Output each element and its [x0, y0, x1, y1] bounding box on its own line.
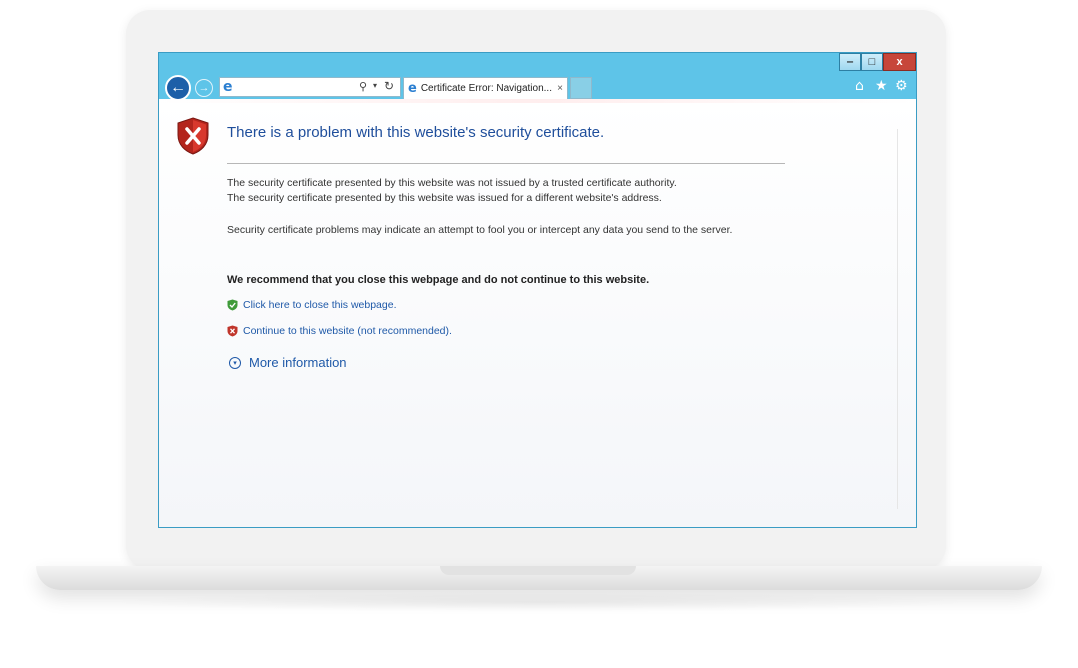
new-tab-button[interactable]: [570, 77, 592, 99]
shield-error-icon: [177, 117, 209, 155]
ie-icon: e: [408, 81, 417, 96]
gear-icon[interactable]: ⚙: [895, 78, 908, 94]
back-button[interactable]: ←: [165, 75, 191, 101]
issue-address-mismatch: The security certificate presented by th…: [227, 192, 662, 204]
search-icon[interactable]: ⚲: [359, 80, 367, 93]
more-information-toggle[interactable]: ▾ More information: [229, 355, 347, 370]
close-tab-icon[interactable]: ×: [557, 83, 563, 94]
close-window-button[interactable]: x: [883, 53, 916, 71]
browser-window: ‒ □ x ← → e ⚲ ▾ ↻ e Certificate Error: N…: [158, 52, 917, 528]
tab-certificate-error[interactable]: e Certificate Error: Navigation... ×: [403, 77, 568, 99]
maximize-button[interactable]: □: [861, 53, 883, 71]
page-title: There is a problem with this website's s…: [227, 124, 605, 141]
continue-row: Continue to this website (not recommende…: [227, 325, 452, 337]
issue-untrusted-authority: The security certificate presented by th…: [227, 177, 677, 189]
minimize-button[interactable]: ‒: [839, 53, 861, 71]
address-bar[interactable]: e ⚲ ▾ ↻: [219, 77, 401, 97]
content-top-highlight: [159, 99, 916, 103]
tab-title: Certificate Error: Navigation...: [420, 83, 552, 94]
forward-button[interactable]: →: [195, 79, 213, 97]
warning-text: Security certificate problems may indica…: [227, 224, 733, 236]
page-content: There is a problem with this website's s…: [159, 99, 916, 527]
scrollbar-edge: [897, 129, 898, 509]
chevron-down-icon[interactable]: ▾: [373, 81, 377, 90]
laptop-notch: [440, 566, 636, 575]
green-shield-check-icon: [227, 299, 238, 311]
address-input[interactable]: [240, 79, 354, 97]
expand-circle-icon: ▾: [229, 356, 241, 369]
close-webpage-row: Click here to close this webpage.: [227, 299, 397, 311]
divider: [227, 163, 785, 164]
more-information-label: More information: [249, 355, 347, 370]
refresh-icon[interactable]: ↻: [384, 79, 394, 93]
certificate-issues-text: The security certificate presented by th…: [227, 176, 787, 206]
laptop-shadow: [100, 592, 980, 612]
favorites-star-icon[interactable]: ★: [875, 78, 888, 94]
title-bar: ‒ □ x: [159, 53, 916, 73]
navigation-bar: ← → e ⚲ ▾ ↻ e Certificate Error: Navigat…: [159, 75, 916, 101]
red-shield-x-icon: [227, 325, 238, 337]
close-webpage-link[interactable]: Click here to close this webpage.: [243, 299, 397, 311]
ie-icon: e: [223, 79, 233, 95]
home-icon[interactable]: ⌂: [855, 78, 864, 94]
continue-to-website-link[interactable]: Continue to this website (not recommende…: [243, 325, 452, 337]
recommendation-text: We recommend that you close this webpage…: [227, 274, 650, 286]
